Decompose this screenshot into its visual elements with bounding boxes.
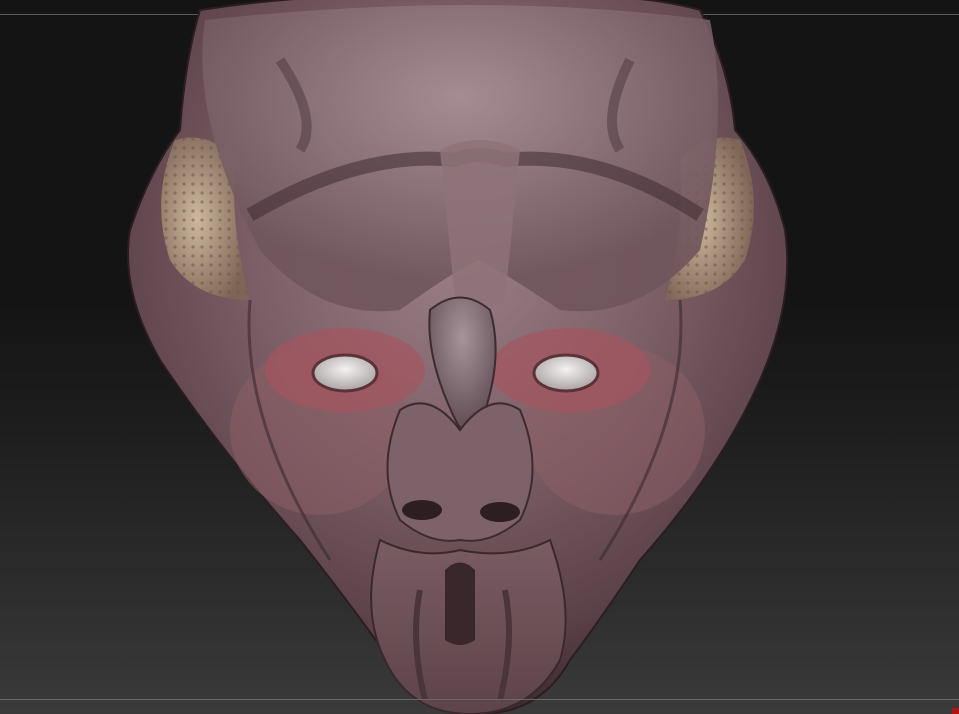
right-nostril [480,502,520,522]
mouth-opening [445,562,475,645]
3d-viewport[interactable] [0,0,959,714]
left-nostril [402,500,442,520]
sculpt-head-model[interactable] [0,0,959,714]
right-eye [532,353,600,393]
left-eye [311,353,379,393]
corner-marker [952,708,959,714]
canvas-bottom-border [0,699,959,700]
